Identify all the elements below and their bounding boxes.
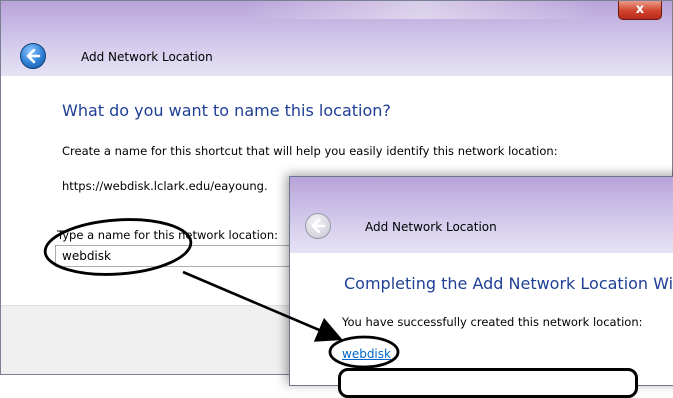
annotation-ellipse-name-field [43, 218, 193, 276]
annotation-ellipse-link [328, 335, 400, 369]
annotation-arrow [182, 270, 343, 342]
annotation-callout [338, 368, 638, 398]
annotation-overlay [43, 218, 400, 369]
